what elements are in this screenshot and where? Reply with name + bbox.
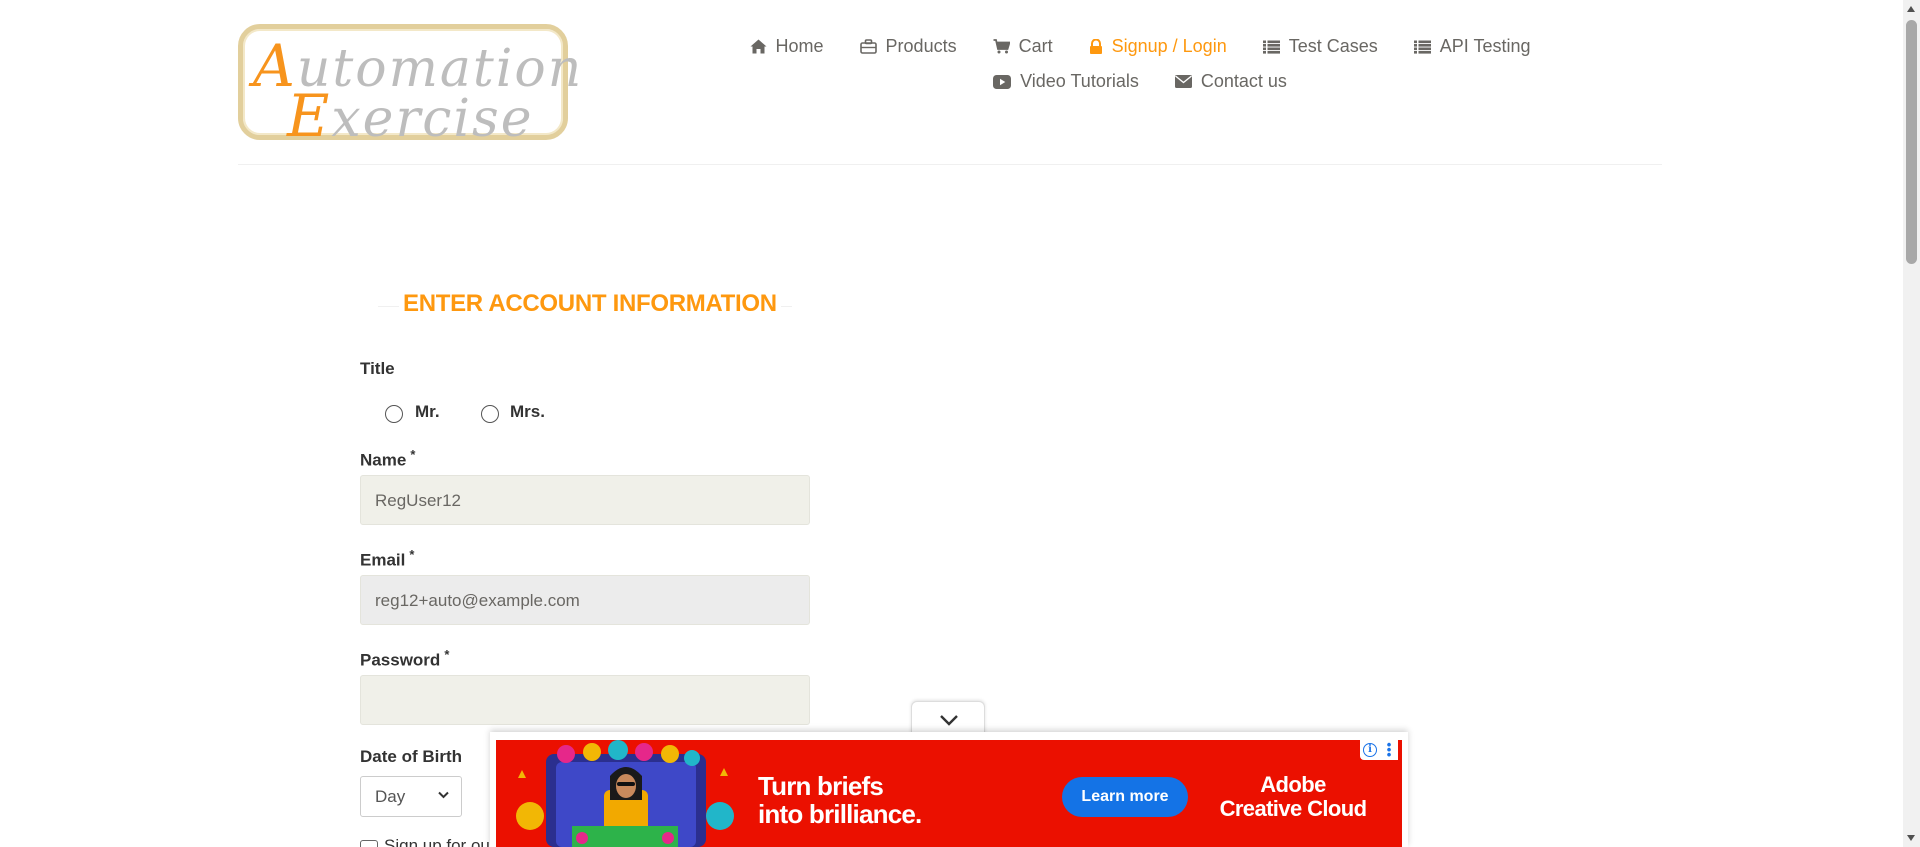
main-nav: Home Products Cart Signup / Login Test C… bbox=[740, 36, 1540, 92]
dob-day-select[interactable]: Day bbox=[360, 776, 462, 817]
home-icon bbox=[750, 39, 767, 54]
required-asterisk: * bbox=[444, 647, 450, 662]
list-icon bbox=[1413, 40, 1431, 54]
lock-icon bbox=[1089, 39, 1102, 54]
nav-home[interactable]: Home bbox=[732, 36, 842, 57]
email-input[interactable]: reg12+auto@example.com bbox=[360, 575, 810, 625]
title-mrs-label[interactable]: Mrs. bbox=[510, 402, 545, 422]
more-options-icon[interactable]: • • • bbox=[1386, 740, 1392, 761]
briefcase-icon bbox=[859, 39, 877, 54]
nav-test-cases[interactable]: Test Cases bbox=[1245, 36, 1396, 57]
page-scrollbar[interactable] bbox=[1903, 0, 1920, 847]
newsletter-checkbox[interactable] bbox=[360, 840, 378, 847]
scrollbar-thumb[interactable] bbox=[1906, 20, 1917, 264]
logo-line-2: Exercise bbox=[287, 82, 534, 150]
nav-test-cases-label: Test Cases bbox=[1288, 36, 1378, 56]
title-mrs-radio[interactable] bbox=[481, 405, 499, 423]
nav-video-tutorials-label: Video Tutorials bbox=[1020, 71, 1139, 91]
envelope-icon bbox=[1174, 75, 1192, 88]
ad-headline: Turn briefs into brilliance. bbox=[758, 771, 922, 829]
list-icon bbox=[1262, 40, 1280, 54]
nav-products[interactable]: Products bbox=[842, 36, 975, 57]
nav-signup-login-label: Signup / Login bbox=[1111, 36, 1227, 56]
nav-api-testing-label: API Testing bbox=[1439, 36, 1531, 56]
nav-row-2: Video Tutorials Contact us bbox=[740, 71, 1540, 92]
ad-learn-more-button[interactable]: Learn more bbox=[1062, 777, 1188, 817]
ad-brand-logo: Adobe Creative Cloud bbox=[1219, 772, 1367, 821]
title-mr-label[interactable]: Mr. bbox=[415, 402, 440, 422]
ad-banner: Turn briefs into brilliance. Learn more … bbox=[490, 732, 1408, 847]
title-label: Title bbox=[360, 359, 395, 378]
email-label: Email * bbox=[360, 547, 415, 570]
dob-day-value: Day bbox=[375, 787, 406, 806]
name-input[interactable]: RegUser12 bbox=[360, 475, 810, 525]
password-label: Password * bbox=[360, 647, 450, 670]
form-heading: ENTER ACCOUNT INFORMATION bbox=[399, 290, 781, 318]
form-heading-wrap: ENTER ACCOUNT INFORMATION bbox=[378, 290, 792, 320]
nav-contact-us-label: Contact us bbox=[1200, 71, 1287, 91]
ad-choices[interactable]: i • • • bbox=[1360, 740, 1398, 761]
nav-video-tutorials[interactable]: Video Tutorials bbox=[975, 71, 1157, 92]
required-asterisk: * bbox=[409, 547, 415, 562]
name-label: Name * bbox=[360, 447, 416, 470]
nav-products-label: Products bbox=[885, 36, 957, 56]
header-divider bbox=[238, 164, 1662, 165]
ad-creative[interactable]: Turn briefs into brilliance. Learn more … bbox=[496, 740, 1402, 847]
info-icon[interactable]: i bbox=[1363, 743, 1377, 757]
title-mr-radio[interactable] bbox=[385, 405, 403, 423]
nav-cart-label: Cart bbox=[1018, 36, 1053, 56]
required-asterisk: * bbox=[410, 447, 416, 462]
nav-home-label: Home bbox=[775, 36, 824, 56]
nav-contact-us[interactable]: Contact us bbox=[1157, 71, 1305, 92]
nav-api-testing[interactable]: API Testing bbox=[1396, 36, 1549, 57]
scroll-up-arrow-icon[interactable] bbox=[1907, 6, 1915, 12]
nav-row-1: Home Products Cart Signup / Login Test C… bbox=[740, 36, 1540, 57]
youtube-play-icon bbox=[993, 74, 1012, 89]
nav-signup-login[interactable]: Signup / Login bbox=[1071, 36, 1245, 57]
password-input[interactable] bbox=[360, 675, 810, 725]
chevron-down-icon bbox=[940, 715, 958, 726]
nav-cart[interactable]: Cart bbox=[975, 36, 1071, 57]
scroll-down-arrow-icon[interactable] bbox=[1907, 835, 1915, 841]
dob-label: Date of Birth bbox=[360, 747, 462, 766]
ad-illustration-image bbox=[516, 740, 734, 847]
site-logo[interactable]: Automation Exercise bbox=[238, 24, 581, 145]
chevron-down-icon bbox=[438, 791, 449, 799]
cart-icon bbox=[993, 39, 1010, 54]
